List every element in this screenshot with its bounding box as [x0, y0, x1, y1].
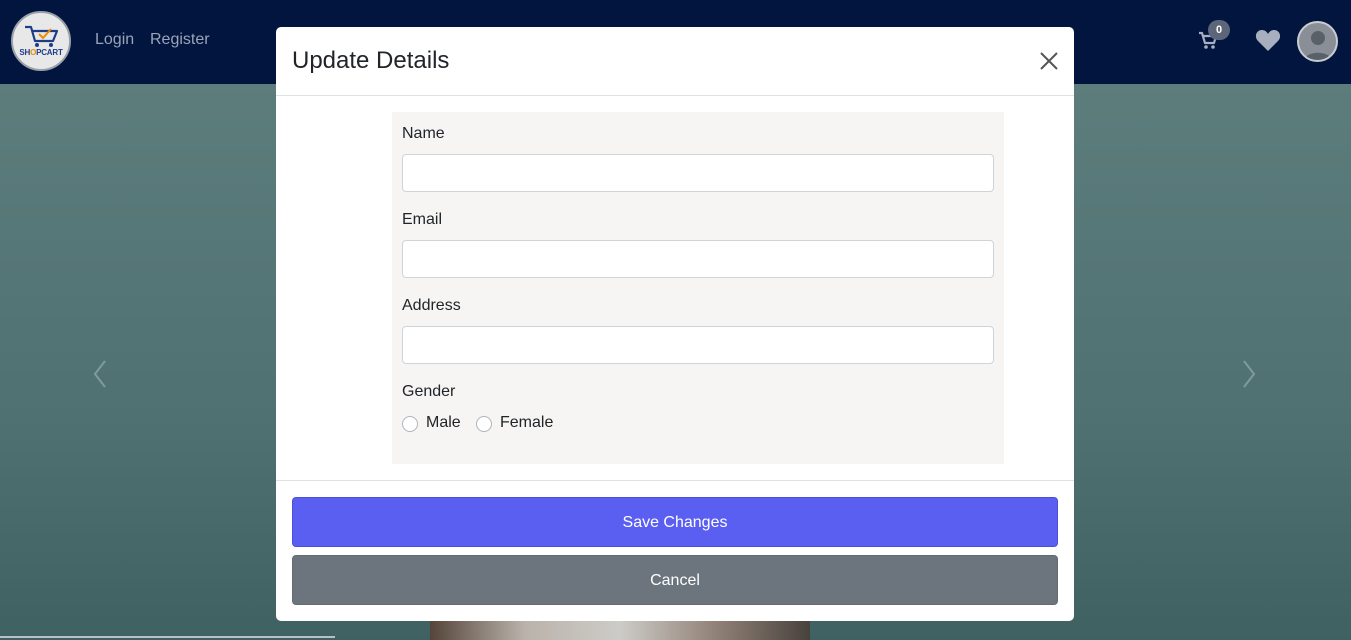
heart-icon[interactable]: [1255, 29, 1281, 58]
name-field[interactable]: [402, 154, 994, 192]
name-label: Name: [402, 125, 445, 142]
user-avatar-icon[interactable]: [1297, 21, 1338, 62]
hero-indicator-strip: [0, 636, 335, 638]
logo-cart-icon: [25, 25, 59, 47]
gender-male-label[interactable]: Male: [426, 414, 461, 432]
email-field[interactable]: [402, 240, 994, 278]
shopcart-logo[interactable]: SHOPCART: [11, 11, 71, 71]
email-label: Email: [402, 211, 443, 228]
nav-login-link[interactable]: Login: [95, 31, 134, 49]
address-field[interactable]: [402, 326, 994, 364]
cart-count-badge: 0: [1208, 20, 1230, 40]
details-form: Name Email Address Gender Male Female: [392, 112, 1004, 464]
hero-image-fragment: [430, 620, 810, 640]
cancel-button[interactable]: Cancel: [292, 555, 1058, 605]
gender-female-label[interactable]: Female: [500, 414, 553, 432]
update-details-modal: Update Details Name Email Address Gender…: [276, 27, 1074, 621]
nav-register-link[interactable]: Register: [150, 31, 210, 49]
modal-footer: Save Changes Cancel: [276, 480, 1074, 621]
gender-male-radio[interactable]: [402, 416, 418, 432]
chevron-right-icon[interactable]: [1239, 358, 1259, 390]
gender-label: Gender: [402, 383, 456, 400]
modal-title: Update Details: [292, 47, 450, 74]
save-changes-button[interactable]: Save Changes: [292, 497, 1058, 547]
logo-text: SHOPCART: [19, 48, 63, 57]
gender-female-radio[interactable]: [476, 416, 492, 432]
chevron-left-icon[interactable]: [90, 358, 110, 390]
close-icon[interactable]: [1038, 50, 1060, 72]
address-label: Address: [402, 297, 461, 314]
modal-header: Update Details: [276, 27, 1074, 96]
